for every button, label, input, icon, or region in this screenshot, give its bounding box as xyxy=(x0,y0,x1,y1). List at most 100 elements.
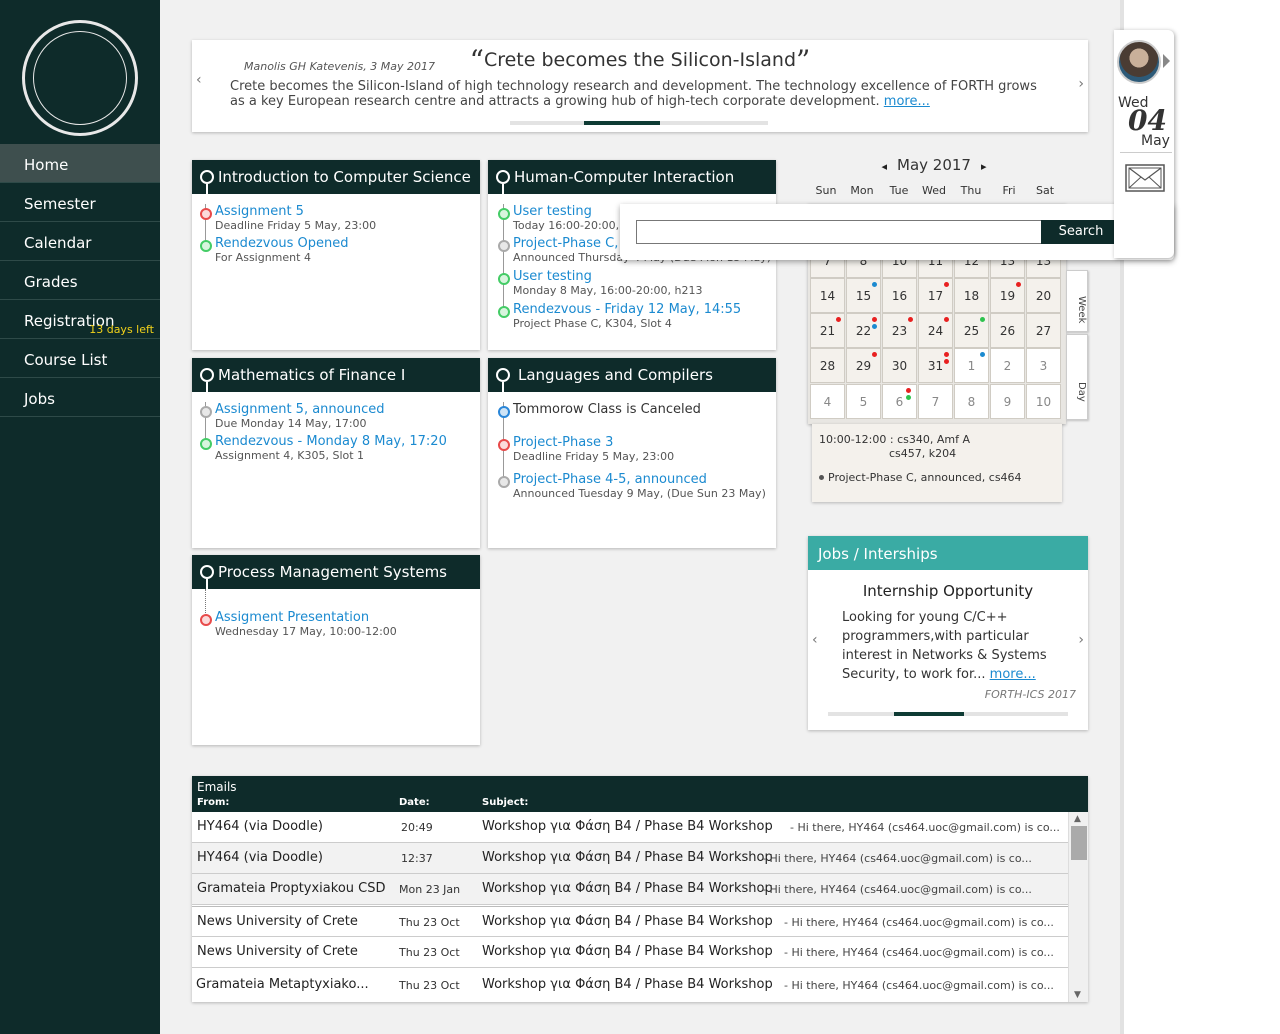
job-more-link[interactable]: more... xyxy=(990,667,1036,682)
nav-item-registration[interactable]: Registration 13 days left xyxy=(0,300,160,339)
calendar-day[interactable]: 31 xyxy=(918,348,953,383)
course-header[interactable]: Languages and Compilers xyxy=(488,358,776,392)
calendar-day[interactable]: 15 xyxy=(846,278,881,313)
university-logo[interactable] xyxy=(22,20,138,136)
jobs-pager[interactable] xyxy=(828,712,1068,716)
nav-item-semester[interactable]: Semester xyxy=(0,183,160,222)
calendar-day[interactable]: 17 xyxy=(918,278,953,313)
calendar-day[interactable]: 25 xyxy=(954,313,989,348)
nav-item-grades[interactable]: Grades xyxy=(0,261,160,300)
nav-label: Grades xyxy=(24,273,78,291)
email-subject: Workshop για Φάση Β4 / Phase B4 Workshop xyxy=(482,881,773,896)
calendar-day[interactable]: 27 xyxy=(1026,313,1061,348)
calendar-day[interactable]: 29 xyxy=(846,348,881,383)
event-dot-icon xyxy=(836,317,841,322)
news-more-link[interactable]: more... xyxy=(884,94,930,109)
email-date: Mon 23 Jan xyxy=(399,883,461,896)
nav-item-home[interactable]: Home xyxy=(0,144,160,183)
calendar-prev-icon[interactable]: ◂ xyxy=(881,160,887,173)
email-row[interactable]: News University of Crete Thu 23 Oct Work… xyxy=(192,906,1068,937)
course-header[interactable]: Process Management Systems xyxy=(192,555,480,589)
calendar-day[interactable]: 26 xyxy=(990,313,1025,348)
calendar-next-icon[interactable]: ▸ xyxy=(981,160,987,173)
email-row[interactable]: HY464 (via Doodle) 20:49 Workshop για Φά… xyxy=(192,812,1068,843)
news-next-arrow-icon[interactable]: › xyxy=(1078,76,1084,92)
search-button[interactable]: Search xyxy=(1041,220,1121,244)
course-card-process-management: Process Management Systems Assigment Pre… xyxy=(192,555,480,745)
news-pager[interactable] xyxy=(510,121,768,125)
course-header[interactable]: Introduction to Computer Science xyxy=(192,160,480,194)
calendar-day[interactable]: 30 xyxy=(882,348,917,383)
nav-item-course-list[interactable]: Course List xyxy=(0,339,160,378)
calendar-day[interactable]: 1 xyxy=(954,348,989,383)
email-from: News University of Crete xyxy=(197,914,358,929)
calendar-day[interactable]: 2 xyxy=(990,348,1025,383)
course-header[interactable]: Human-Computer Interaction xyxy=(488,160,776,194)
event-title: Project-Phase C, a xyxy=(513,236,631,251)
status-dot-icon xyxy=(498,406,510,418)
calendar-month-label: May 2017 xyxy=(897,156,971,174)
news-author: Manolis GH Katevenis, 3 May 2017 xyxy=(244,60,435,73)
email-row[interactable]: News University of Crete Thu 23 Oct Work… xyxy=(192,937,1068,968)
timeline-ring-icon xyxy=(200,368,214,382)
course-header[interactable]: Mathematics of Finance I xyxy=(192,358,480,392)
email-row[interactable]: HY464 (via Doodle) 12:37 Workshop για Φά… xyxy=(192,843,1068,874)
sidebar: Home Semester Calendar Grades Registrati… xyxy=(0,0,160,1034)
calendar-day[interactable]: 22 xyxy=(846,313,881,348)
scroll-up-icon[interactable]: ▲ xyxy=(1074,814,1081,824)
calendar-day[interactable]: 28 xyxy=(810,348,845,383)
jobs-prev-arrow-icon[interactable]: ‹ xyxy=(812,632,818,648)
emails-scrollbar[interactable]: ▲ ▼ xyxy=(1068,812,1088,1002)
scrollbar-thumb[interactable] xyxy=(1071,826,1087,860)
status-dot-icon xyxy=(200,438,212,450)
calendar-day[interactable]: 19 xyxy=(990,278,1025,313)
tab-day[interactable]: Day xyxy=(1066,334,1088,420)
column-header-from[interactable]: From: xyxy=(197,797,229,808)
search-input[interactable] xyxy=(636,220,1042,244)
tab-week[interactable]: Week xyxy=(1066,270,1088,332)
scroll-down-icon[interactable]: ▼ xyxy=(1074,990,1081,1000)
event-title: User testing xyxy=(513,269,592,284)
nav-item-jobs[interactable]: Jobs xyxy=(0,378,160,417)
calendar-day[interactable]: 7 xyxy=(918,384,953,419)
avatar[interactable] xyxy=(1117,40,1161,84)
calendar-day[interactable]: 3 xyxy=(1026,348,1061,383)
calendar-day[interactable]: 5 xyxy=(846,384,881,419)
chevron-right-icon[interactable] xyxy=(1163,54,1170,68)
column-header-subject[interactable]: Subject: xyxy=(482,797,528,808)
nav-item-calendar[interactable]: Calendar xyxy=(0,222,160,261)
detail-event[interactable]: Project-Phase C, announced, cs464 xyxy=(819,471,1022,484)
calendar-day[interactable]: 8 xyxy=(954,384,989,419)
calendar-day[interactable]: 6 xyxy=(882,384,917,419)
status-dot-icon xyxy=(498,476,510,488)
calendar-day[interactable]: 14 xyxy=(810,278,845,313)
calendar-day[interactable]: 21 xyxy=(810,313,845,348)
news-prev-arrow-icon[interactable]: ‹ xyxy=(196,72,202,88)
event-title: Rendezvous Opened xyxy=(215,236,349,251)
event-title: Tommorow Class is Canceled xyxy=(513,402,701,417)
jobs-header[interactable]: Jobs / Interships xyxy=(808,536,1088,570)
jobs-next-arrow-icon[interactable]: › xyxy=(1078,632,1084,648)
course-title: Languages and Compilers xyxy=(518,366,713,384)
jobs-pager-indicator xyxy=(894,712,964,716)
calendar-day[interactable]: 18 xyxy=(954,278,989,313)
event-dot-icon xyxy=(872,282,877,287)
email-preview: - Hi there, HY464 (cs464.uoc@gmail.com) … xyxy=(784,916,1054,929)
news-body: Crete becomes the Silicon-Island of high… xyxy=(230,79,1048,109)
email-row[interactable]: Gramateia Proptyxiakou CSD Mon 23 Jan Wo… xyxy=(192,874,1068,905)
calendar-day[interactable]: 20 xyxy=(1026,278,1061,313)
calendar-day[interactable]: 23 xyxy=(882,313,917,348)
calendar-day[interactable]: 24 xyxy=(918,313,953,348)
event-title: Project-Phase 3 xyxy=(513,435,614,450)
mail-icon[interactable] xyxy=(1125,164,1165,192)
calendar-day[interactable]: 9 xyxy=(990,384,1025,419)
calendar-day[interactable]: 4 xyxy=(810,384,845,419)
event-subtitle: Assignment 4, K305, Slot 1 xyxy=(215,449,365,462)
column-header-date[interactable]: Date: xyxy=(399,797,430,808)
event-title: Assignment 5 xyxy=(215,204,304,219)
weekday-label: Sat xyxy=(1035,184,1055,197)
calendar-day[interactable]: 16 xyxy=(882,278,917,313)
email-row[interactable]: Gramateia Metaptyxiako... Thu 23 Oct Wor… xyxy=(192,970,1068,1001)
status-dot-icon xyxy=(200,614,212,626)
calendar-day[interactable]: 10 xyxy=(1026,384,1061,419)
